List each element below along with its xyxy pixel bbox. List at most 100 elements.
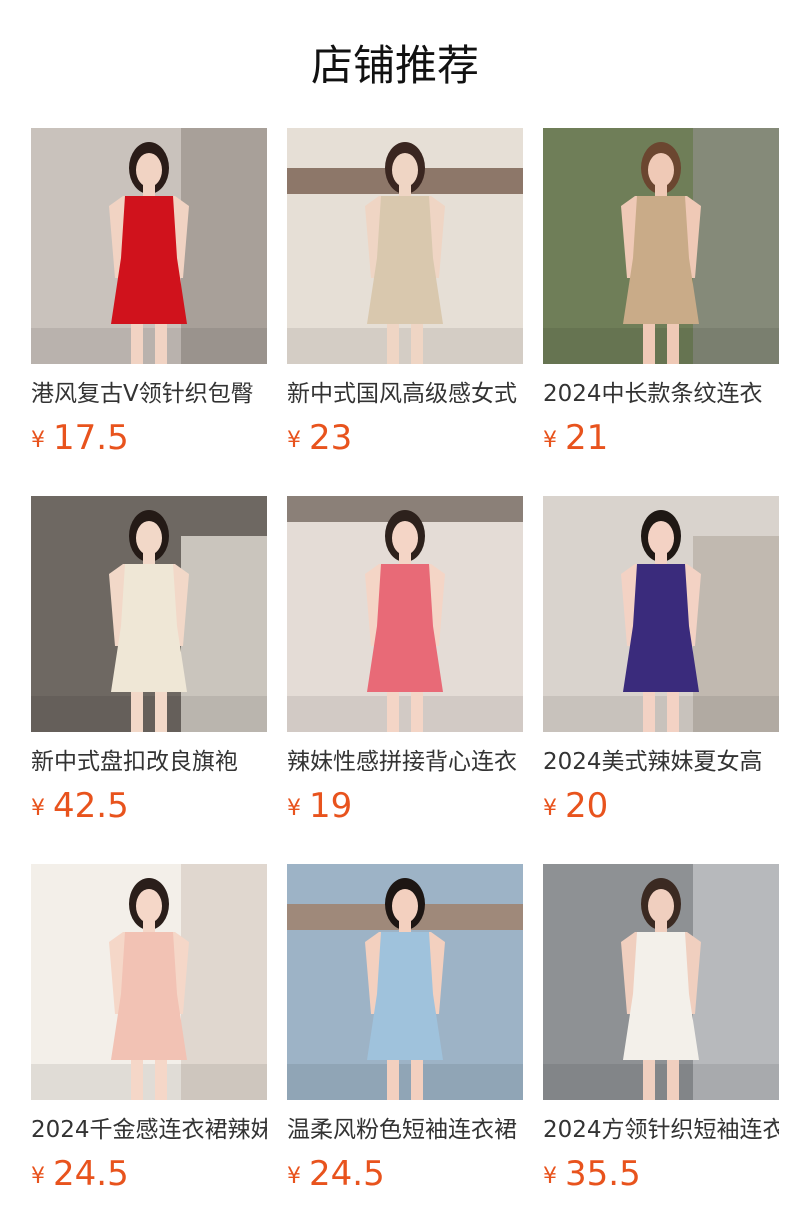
product-image[interactable] [31,128,267,364]
model-face [392,521,418,555]
model-leg-left [643,692,655,732]
product-card[interactable]: 2024美式辣妹夏女高 ¥20 [543,496,779,864]
product-price: ¥24.5 [287,1154,523,1200]
price-value: 35.5 [565,1154,641,1194]
product-name[interactable]: 2024千金感连衣裙辣妹 [31,1114,267,1146]
product-name[interactable]: 新中式国风高级感女式 [287,378,523,410]
price-value: 24.5 [309,1154,385,1194]
product-image[interactable] [543,128,779,364]
model-leg-right [667,1060,679,1100]
purple-star-dress-photo [543,496,779,732]
model-leg-left [387,1060,399,1100]
product-card[interactable]: 2024千金感连衣裙辣妹 ¥24.5 [31,864,267,1232]
product-image[interactable] [543,496,779,732]
product-price: ¥42.5 [31,786,267,832]
model-leg-right [411,324,423,364]
model-neck [399,920,411,934]
red-knit-dress-photo [31,128,267,364]
white-square-neck-dress-photo [543,864,779,1100]
model-leg-left [131,692,143,732]
page-title: 店铺推荐 [310,41,479,90]
product-price: ¥20 [543,786,779,832]
product-price: ¥24.5 [31,1154,267,1200]
model-leg-left [131,1060,143,1100]
model-neck [143,552,155,566]
product-name[interactable]: 温柔风粉色短袖连衣裙 [287,1114,523,1146]
model-face [648,153,674,187]
product-image[interactable] [287,496,523,732]
cream-qipao-shawl-photo [31,496,267,732]
price-value: 42.5 [53,786,129,826]
price-value: 20 [565,786,609,826]
product-image[interactable] [31,864,267,1100]
currency-symbol: ¥ [31,796,45,821]
model-face [392,889,418,923]
photo-floor [31,696,267,732]
model-neck [143,184,155,198]
photo-floor [543,328,779,364]
price-value: 19 [309,786,353,826]
model-leg-right [411,1060,423,1100]
product-name[interactable]: 新中式盘扣改良旗袍 [31,746,267,778]
model-leg-right [155,1060,167,1100]
product-price: ¥21 [543,418,779,464]
currency-symbol: ¥ [543,796,557,821]
model-neck [399,552,411,566]
product-image[interactable] [287,128,523,364]
model-face [136,889,162,923]
model-neck [399,184,411,198]
photo-floor [31,1064,267,1100]
product-price: ¥17.5 [31,418,267,464]
price-value: 17.5 [53,418,129,458]
product-card[interactable]: 辣妹性感拼接背心连衣 ¥19 [287,496,523,864]
blue-short-sleeve-dress-photo [287,864,523,1100]
model-leg-right [667,324,679,364]
model-leg-right [155,324,167,364]
photo-floor [287,1064,523,1100]
product-card[interactable]: 温柔风粉色短袖连衣裙 ¥24.5 [287,864,523,1232]
model-face [648,889,674,923]
product-name[interactable]: 2024美式辣妹夏女高 [543,746,779,778]
striped-knit-dress-photo [543,128,779,364]
currency-symbol: ¥ [287,1164,301,1189]
product-image[interactable] [543,864,779,1100]
product-image[interactable] [31,496,267,732]
model-leg-left [643,1060,655,1100]
product-name[interactable]: 港风复古V领针织包臀 [31,378,267,410]
model-leg-left [131,324,143,364]
currency-symbol: ¥ [31,1164,45,1189]
photo-floor [543,696,779,732]
beige-long-dress-photo [287,128,523,364]
model-face [136,153,162,187]
product-grid: 港风复古V领针织包臀 ¥17.5 新中式国风高级感女式 ¥23 2024中长款条纹连衣 ¥… [31,128,790,1232]
product-name[interactable]: 2024方领针织短袖连衣 [543,1114,779,1146]
product-name[interactable]: 辣妹性感拼接背心连衣 [287,746,523,778]
product-card[interactable]: 新中式国风高级感女式 ¥23 [287,128,523,496]
price-value: 23 [309,418,353,458]
product-card[interactable]: 2024中长款条纹连衣 ¥21 [543,128,779,496]
photo-floor [543,1064,779,1100]
model-leg-right [155,692,167,732]
model-leg-right [411,692,423,732]
product-name[interactable]: 2024中长款条纹连衣 [543,378,779,410]
currency-symbol: ¥ [543,428,557,453]
currency-symbol: ¥ [287,796,301,821]
currency-symbol: ¥ [287,428,301,453]
photo-floor [31,328,267,364]
price-value: 24.5 [53,1154,129,1194]
pink-bodycon-dress-photo [287,496,523,732]
product-card[interactable]: 2024方领针织短袖连衣 ¥35.5 [543,864,779,1232]
product-card[interactable]: 新中式盘扣改良旗袍 ¥42.5 [31,496,267,864]
model-face [648,521,674,555]
model-neck [655,552,667,566]
product-image[interactable] [287,864,523,1100]
product-card[interactable]: 港风复古V领针织包臀 ¥17.5 [31,128,267,496]
model-leg-left [387,324,399,364]
model-face [136,521,162,555]
product-price: ¥19 [287,786,523,832]
currency-symbol: ¥ [31,428,45,453]
model-leg-left [643,324,655,364]
product-price: ¥23 [287,418,523,464]
model-neck [655,184,667,198]
pink-skater-dress-photo [31,864,267,1100]
